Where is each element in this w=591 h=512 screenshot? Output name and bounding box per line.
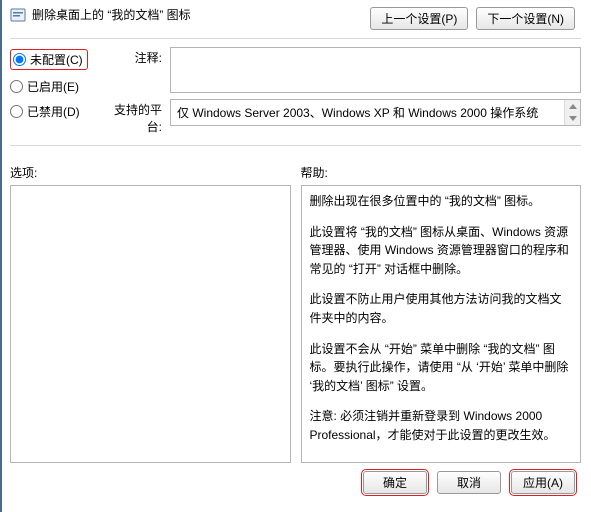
prev-setting-button[interactable]: 上一个设置(P) [370, 7, 468, 30]
help-panel[interactable]: 删除出现在很多位置中的 “我的文档” 图标。 此设置将 “我的文档” 图标从桌面… [301, 185, 582, 463]
options-label: 选项: [10, 164, 291, 181]
divider-2 [10, 145, 581, 146]
cancel-button[interactable]: 取消 [437, 471, 501, 494]
footer-buttons: 确定 取消 应用(A) [10, 471, 581, 494]
help-paragraph: 此设置不会从 “开始” 菜单中删除 “我的文档” 图标。要执行此操作，请使用 “… [310, 340, 573, 396]
radio-disabled-label: 已禁用(D) [27, 103, 80, 120]
scrollbar-stub [564, 100, 580, 125]
help-paragraph: 删除出现在很多位置中的 “我的文档” 图标。 [310, 192, 573, 211]
help-paragraph: 此设置不防止用户使用其他方法访问我的文档文件夹中的内容。 [310, 290, 573, 327]
comment-textarea[interactable] [170, 47, 581, 93]
supported-platforms: 仅 Windows Server 2003、Windows XP 和 Windo… [170, 99, 581, 126]
radio-enabled[interactable] [10, 80, 23, 93]
help-label: 帮助: [301, 164, 582, 181]
supported-label: 支持的平台: [102, 99, 162, 135]
ok-button[interactable]: 确定 [363, 471, 427, 494]
radio-disabled[interactable] [10, 105, 23, 118]
policy-icon [10, 7, 26, 23]
divider [10, 38, 581, 39]
radio-enabled-label: 已启用(E) [27, 78, 79, 95]
page-title: 删除桌面上的 “我的文档” 图标 [32, 6, 191, 23]
next-setting-button[interactable]: 下一个设置(N) [476, 7, 575, 30]
options-panel [10, 185, 291, 463]
radio-group: 未配置(C) 已启用(E) 已禁用(D) [10, 47, 90, 135]
radio-not-configured-label: 未配置(C) [30, 51, 83, 68]
supported-value: 仅 Windows Server 2003、Windows XP 和 Windo… [177, 106, 538, 120]
radio-not-configured[interactable] [13, 53, 26, 66]
help-paragraph: 此设置将 “我的文档” 图标从桌面、Windows 资源管理器、使用 Windo… [310, 223, 573, 279]
help-paragraph: 注意: 必须注销并重新登录到 Windows 2000 Professional… [310, 407, 573, 444]
comment-label: 注释: [102, 47, 162, 93]
apply-button[interactable]: 应用(A) [511, 471, 575, 494]
